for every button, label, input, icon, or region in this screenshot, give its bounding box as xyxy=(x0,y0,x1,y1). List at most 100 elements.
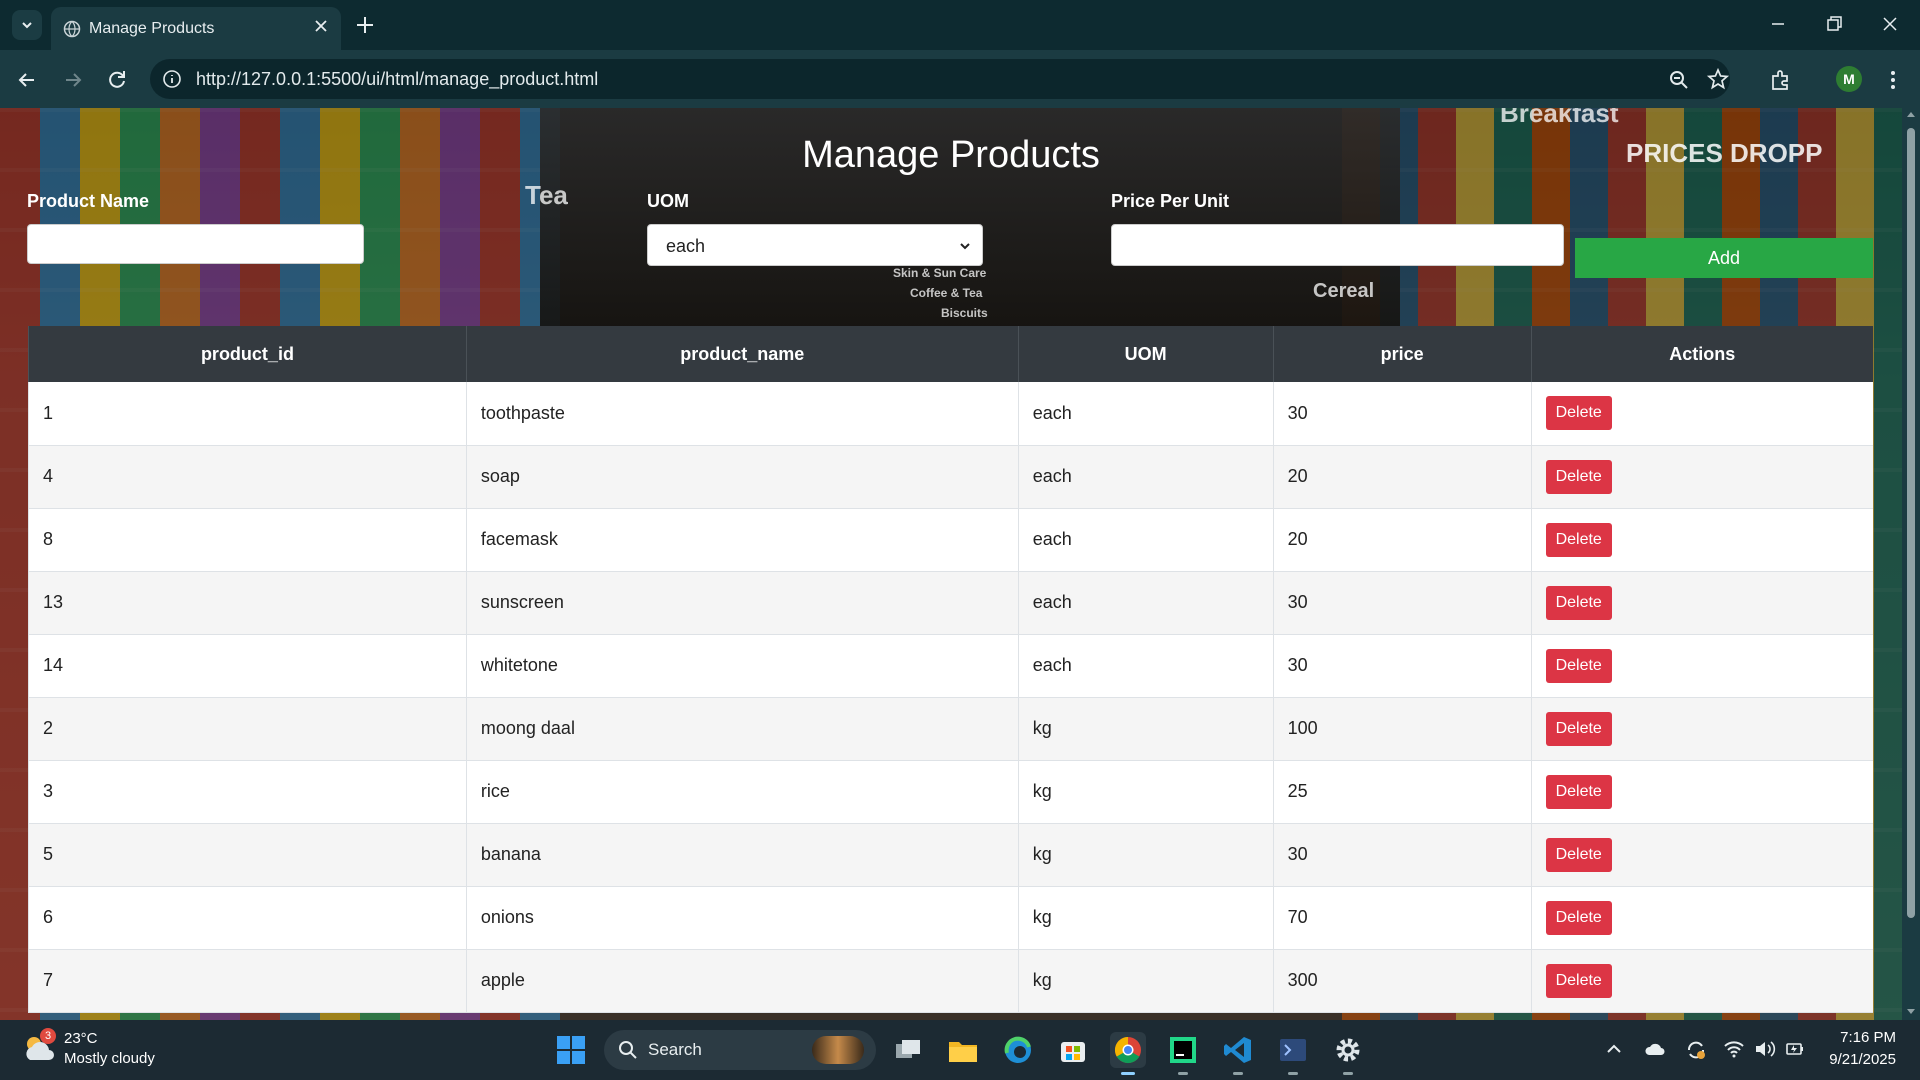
new-tab-icon[interactable] xyxy=(352,12,378,38)
onedrive-cloud-icon[interactable] xyxy=(1644,1040,1666,1058)
delete-button[interactable]: Delete xyxy=(1545,711,1612,746)
scroll-down-icon[interactable] xyxy=(1906,1006,1916,1016)
delete-button[interactable]: Delete xyxy=(1545,774,1612,809)
browser-toolbar: http://127.0.0.1:5500/ui/html/manage_pro… xyxy=(0,50,1920,108)
minimize-icon[interactable] xyxy=(1766,12,1790,36)
clock-date[interactable]: 9/21/2025 xyxy=(1829,1051,1896,1068)
header-product-name[interactable]: product_name xyxy=(465,326,1019,382)
cell-uom: each xyxy=(1017,508,1274,572)
delete-button[interactable]: Delete xyxy=(1545,459,1612,494)
page-title: Manage Products xyxy=(802,134,1100,176)
battery-icon[interactable] xyxy=(1784,1040,1806,1058)
cell-product-id: 14 xyxy=(28,634,467,698)
cell-actions: Delete xyxy=(1530,823,1873,887)
back-icon[interactable] xyxy=(14,67,40,93)
vscode-icon xyxy=(1224,1037,1251,1063)
cell-actions: Delete xyxy=(1530,508,1873,572)
delete-button[interactable]: Delete xyxy=(1545,837,1612,872)
address-bar[interactable]: http://127.0.0.1:5500/ui/html/manage_pro… xyxy=(150,59,1730,99)
weather-temperature[interactable]: 23°C xyxy=(64,1030,98,1047)
wifi-icon[interactable] xyxy=(1723,1040,1745,1058)
header-product-id[interactable]: product_id xyxy=(28,326,467,382)
chevron-down-icon xyxy=(22,22,32,29)
volume-icon[interactable] xyxy=(1754,1040,1776,1058)
settings-app[interactable] xyxy=(1330,1032,1366,1068)
extensions-icon[interactable] xyxy=(1768,67,1794,93)
cell-product-id: 8 xyxy=(28,508,467,572)
cell-price: 100 xyxy=(1272,697,1532,761)
file-explorer-app[interactable] xyxy=(945,1032,981,1068)
delete-button[interactable]: Delete xyxy=(1545,648,1612,683)
tab-search-button[interactable] xyxy=(12,10,42,40)
forward-icon[interactable] xyxy=(60,67,86,93)
header-price[interactable]: price xyxy=(1272,326,1532,382)
weather-condition[interactable]: Mostly cloudy xyxy=(64,1050,155,1067)
kebab-menu-icon[interactable] xyxy=(1880,67,1906,93)
cell-actions: Delete xyxy=(1530,886,1873,950)
background-sign-tea: Tea xyxy=(525,180,568,210)
background-sign-skin: Skin & Sun Care xyxy=(893,266,987,280)
sync-icon[interactable] xyxy=(1685,1040,1707,1060)
windows-taskbar: 3 23°C Mostly cloudy Search 7:16 PM 9/21… xyxy=(0,1020,1920,1080)
cell-actions: Delete xyxy=(1530,445,1873,509)
edge-app[interactable] xyxy=(1000,1032,1036,1068)
chrome-icon xyxy=(1114,1036,1141,1064)
add-button[interactable]: Add xyxy=(1575,238,1873,278)
table-row: 5 banana kg 30 Delete xyxy=(28,823,1873,887)
delete-button[interactable]: Delete xyxy=(1545,900,1612,935)
table-row: 7 apple kg 300 Delete xyxy=(28,949,1873,1013)
pycharm-app[interactable] xyxy=(1165,1032,1201,1068)
cell-uom: each xyxy=(1017,634,1274,698)
clock-time[interactable]: 7:16 PM xyxy=(1840,1029,1896,1046)
cell-uom: kg xyxy=(1017,823,1274,887)
vscode-app[interactable] xyxy=(1220,1032,1256,1068)
store-app[interactable] xyxy=(1055,1032,1091,1068)
zoom-icon[interactable] xyxy=(1668,69,1690,91)
delete-button[interactable]: Delete xyxy=(1545,585,1612,620)
scroll-up-icon[interactable] xyxy=(1906,110,1916,120)
cell-product-name: onions xyxy=(465,886,1019,950)
cell-price: 25 xyxy=(1272,760,1532,824)
background-sign-breakfast: Breakfast xyxy=(1500,108,1619,128)
cell-uom: each xyxy=(1017,571,1274,635)
table-row: 3 rice kg 25 Delete xyxy=(28,760,1873,824)
product-name-input[interactable] xyxy=(27,224,364,264)
header-uom[interactable]: UOM xyxy=(1017,326,1274,382)
restore-icon[interactable] xyxy=(1822,12,1846,36)
site-info-icon[interactable] xyxy=(162,69,182,89)
bookmark-star-icon[interactable] xyxy=(1706,67,1730,91)
scroll-thumb[interactable] xyxy=(1907,128,1915,918)
table-row: 4 soap each 20 Delete xyxy=(28,445,1873,509)
app-indicator xyxy=(1343,1072,1353,1075)
search-icon xyxy=(619,1041,637,1059)
background-sign-cereal: Cereal xyxy=(1313,280,1375,302)
url-text[interactable]: http://127.0.0.1:5500/ui/html/manage_pro… xyxy=(196,69,598,90)
uom-select[interactable]: each xyxy=(647,224,983,266)
reload-icon[interactable] xyxy=(104,67,130,93)
browser-tab[interactable]: Manage Products xyxy=(51,7,341,50)
cell-price: 20 xyxy=(1272,445,1532,509)
close-window-icon[interactable] xyxy=(1878,12,1902,36)
close-tab-icon[interactable] xyxy=(313,18,329,34)
delete-button[interactable]: Delete xyxy=(1545,396,1612,431)
chrome-app[interactable] xyxy=(1110,1032,1146,1068)
price-input[interactable] xyxy=(1111,224,1564,266)
table-row: 14 whitetone each 30 Delete xyxy=(28,634,1873,698)
delete-button[interactable]: Delete xyxy=(1545,522,1612,557)
pycharm-icon xyxy=(1170,1037,1196,1063)
page-scrollbar[interactable] xyxy=(1902,108,1920,1020)
terminal-app[interactable] xyxy=(1275,1032,1311,1068)
terminal-icon xyxy=(1280,1039,1306,1061)
cell-uom: each xyxy=(1017,445,1274,509)
cell-product-id: 13 xyxy=(28,571,467,635)
cell-actions: Delete xyxy=(1530,382,1873,446)
taskbar-search[interactable]: Search xyxy=(604,1030,876,1070)
store-icon xyxy=(1061,1042,1085,1062)
windows-start-icon[interactable] xyxy=(556,1035,586,1065)
background-sign-biscuits: Biscuits xyxy=(941,306,988,320)
chevron-up-icon[interactable] xyxy=(1605,1040,1623,1058)
delete-button[interactable]: Delete xyxy=(1545,963,1612,998)
task-view-app[interactable] xyxy=(890,1032,926,1068)
cell-product-name: sunscreen xyxy=(465,571,1019,635)
profile-avatar[interactable]: M xyxy=(1836,66,1862,92)
